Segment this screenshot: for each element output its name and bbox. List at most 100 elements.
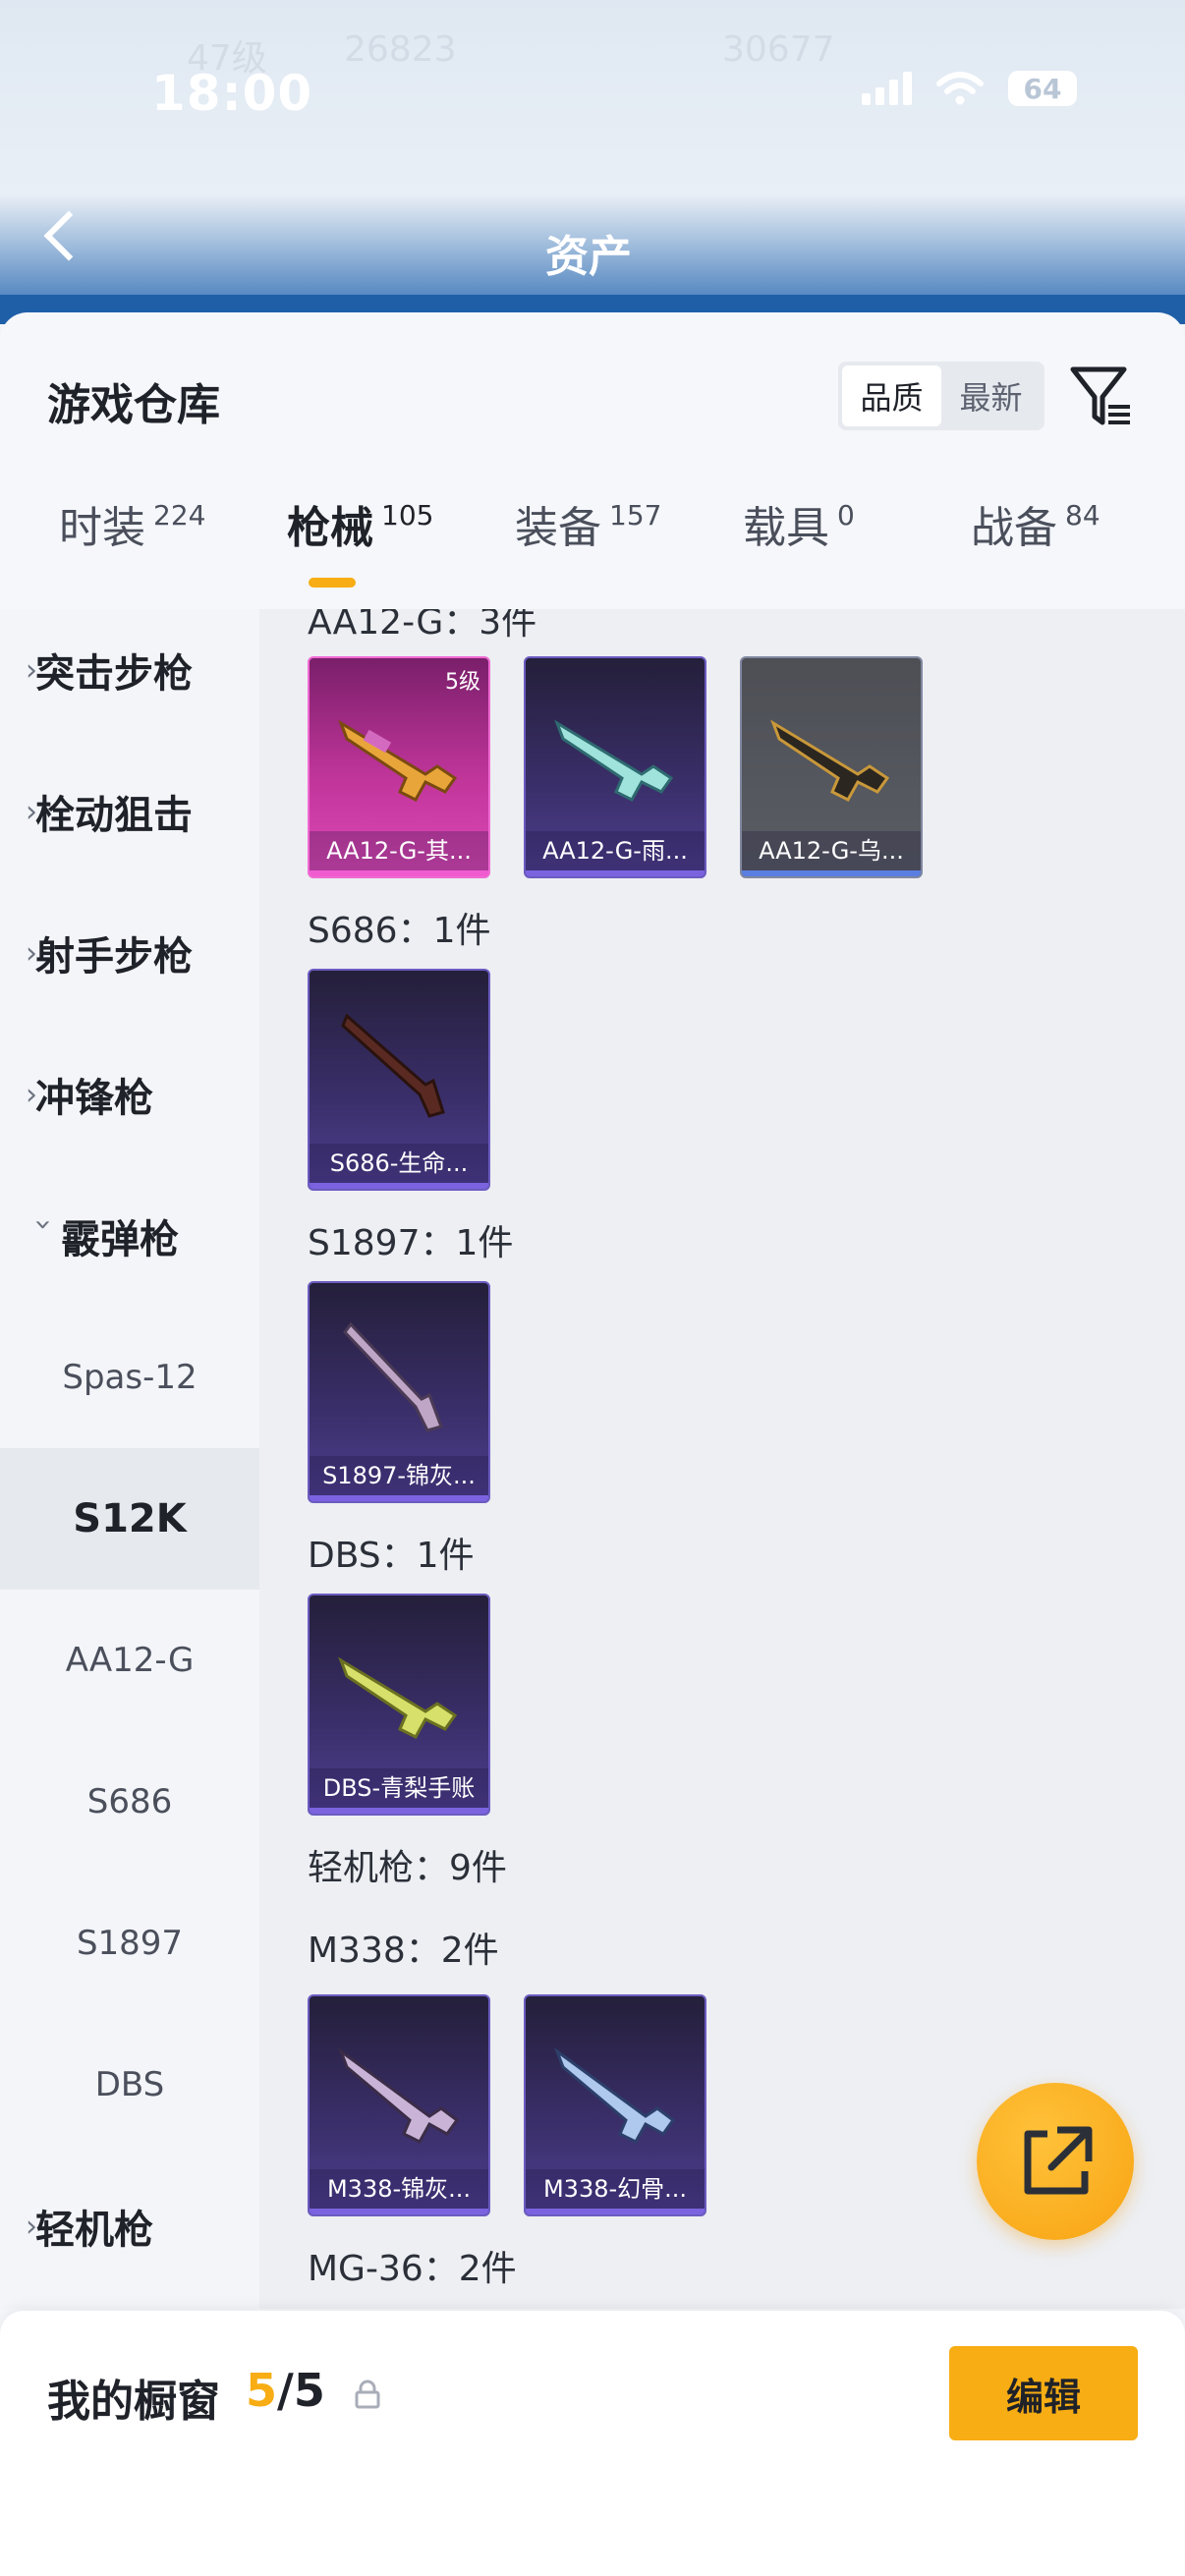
sort-option-quality[interactable]: 品质 (842, 365, 941, 426)
sidebar-item-label: 冲锋枪 (35, 1076, 153, 1121)
rarity-bar (310, 1183, 488, 1189)
chevron-right-icon: › (26, 652, 37, 688)
sidebar-subitem-spas12[interactable]: Spas-12 (0, 1307, 259, 1448)
sidebar-subitem-aa12g[interactable]: AA12-G (0, 1590, 259, 1731)
skin-name: S1897-锦灰... (310, 1456, 488, 1495)
showcase-current: 5 (246, 2364, 278, 2417)
skin-card[interactable]: S1897-锦灰... (308, 1281, 490, 1503)
weapon-category-sidebar: › 突击步枪 › 栓动狙击 › 射手步枪 › 冲锋枪 › 霰弹枪 Spas-12… (0, 609, 259, 2309)
skin-name: AA12-G-乌... (742, 831, 921, 870)
ghost-text: 26823 (344, 29, 457, 70)
sidebar-item-label: S1897 (76, 1924, 184, 1963)
skin-name: S686-生命... (310, 1144, 488, 1183)
sidebar-item-marksman-rifle[interactable]: › 射手步枪 (0, 882, 259, 1024)
sidebar-item-label: DBS (94, 2065, 165, 2104)
level-badge: 5级 (445, 670, 480, 695)
rarity-bar (742, 870, 921, 876)
gun-image (338, 1656, 458, 1739)
tab-count: 105 (381, 499, 434, 532)
sidebar-subitem-s12k[interactable]: S12K (0, 1448, 259, 1590)
section-header: S686：1件 (308, 911, 491, 951)
sidebar-item-smg[interactable]: › 冲锋枪 (0, 1024, 259, 1165)
sidebar-item-label: 射手步枪 (35, 934, 193, 980)
sidebar-item-lmg[interactable]: › 轻机枪 (0, 2156, 259, 2297)
status-time: 18:00 (151, 65, 313, 122)
tab-supplies[interactable]: 战备 84 (971, 499, 1100, 609)
active-tab-indicator (309, 578, 356, 588)
sidebar-item-label: 栓动狙击 (35, 793, 193, 838)
skin-name: AA12-G-其... (310, 831, 488, 870)
tab-fashion[interactable]: 时装 224 (59, 499, 205, 609)
tab-label: 时装 (59, 503, 145, 553)
showcase-label: 我的橱窗 (47, 2377, 220, 2427)
skin-name: AA12-G-雨... (526, 831, 705, 870)
share-button[interactable] (977, 2083, 1134, 2240)
sidebar-item-shotgun[interactable]: › 霰弹枪 (0, 1165, 259, 1307)
tab-label: 载具 (743, 503, 829, 553)
section-header: M338：2件 (308, 1931, 499, 1971)
tab-count: 0 (837, 499, 855, 532)
skin-name: DBS-青梨手账 (310, 1768, 488, 1808)
filter-icon[interactable] (1069, 362, 1134, 430)
sidebar-item-label: S686 (86, 1782, 173, 1821)
gun-image (770, 719, 890, 802)
gun-image (338, 719, 458, 802)
tab-count: 157 (609, 499, 662, 532)
tab-count: 224 (153, 499, 206, 532)
tab-label: 枪械 (287, 503, 373, 553)
showcase-bar: 我的橱窗 5/5 编辑 (0, 2311, 1185, 2576)
sidebar-item-assault-rifle[interactable]: › 突击步枪 (0, 599, 259, 741)
skin-card[interactable]: AA12-G-雨... (524, 656, 706, 878)
edit-button[interactable]: 编辑 (949, 2346, 1138, 2440)
tab-guns[interactable]: 枪械 105 (287, 499, 433, 609)
skin-card[interactable]: AA12-G-乌... (740, 656, 923, 878)
sidebar-subitem-dbs[interactable]: DBS (0, 2014, 259, 2156)
rarity-bar (310, 1808, 488, 1814)
tab-equipment[interactable]: 装备 157 (515, 499, 661, 609)
ghost-text: 30677 (722, 29, 835, 70)
signal-icon (862, 72, 912, 105)
weapon-grid: AA12-G：3件 5级 AA12-G-其... AA12-G-雨... AA1… (259, 609, 1185, 2309)
section-header: AA12-G：3件 (308, 609, 537, 643)
header-title: 资产 (545, 232, 632, 282)
section-header: DBS：1件 (308, 1536, 475, 1576)
section-header: 轻机枪：9件 (308, 1848, 507, 1888)
sidebar-subitem-s1897[interactable]: S1897 (0, 1873, 259, 2014)
chevron-down-icon: › (26, 1218, 61, 1230)
battery-icon: 64 (1008, 71, 1077, 106)
showcase-separator: / (277, 2364, 294, 2417)
sort-option-latest[interactable]: 最新 (941, 365, 1041, 426)
gun-image (553, 2046, 676, 2144)
sidebar-subitem-s686[interactable]: S686 (0, 1731, 259, 1873)
tab-label: 装备 (515, 503, 601, 553)
rarity-bar (526, 2209, 705, 2214)
skin-name: M338-锦灰... (310, 2169, 488, 2209)
rarity-bar (526, 870, 705, 876)
sidebar-item-bolt-sniper[interactable]: › 栓动狙击 (0, 741, 259, 882)
sidebar-item-label: 霰弹枪 (61, 1217, 179, 1262)
sidebar-item-label: S12K (73, 1496, 187, 1541)
skin-card[interactable]: M338-幻骨... (524, 1994, 706, 2216)
showcase-count: 5/5 (246, 2364, 325, 2417)
section-header: MG-36：2件 (308, 2249, 517, 2289)
wifi-icon (936, 72, 984, 105)
rarity-bar (310, 2209, 488, 2214)
chevron-right-icon: › (26, 2209, 37, 2244)
rarity-bar (310, 870, 488, 876)
skin-card[interactable]: M338-锦灰... (308, 1994, 490, 2216)
skin-card[interactable]: 5级 AA12-G-其... (308, 656, 490, 878)
chevron-right-icon: › (26, 794, 37, 829)
sort-toggle: 品质 最新 (838, 362, 1044, 430)
status-icons: 64 (862, 71, 1077, 106)
sidebar-item-label: 轻机枪 (35, 2208, 153, 2253)
rarity-bar (310, 1495, 488, 1501)
sidebar-item-label: Spas-12 (62, 1358, 198, 1397)
skin-card[interactable]: S686-生命... (308, 969, 490, 1191)
sidebar-item-label: 突击步枪 (35, 651, 193, 697)
skin-card[interactable]: DBS-青梨手账 (308, 1594, 490, 1816)
share-icon (1024, 2126, 1093, 2195)
gun-image (554, 719, 674, 802)
section-header: S1897：1件 (308, 1223, 514, 1263)
tab-vehicles[interactable]: 载具 0 (743, 499, 855, 609)
category-tabs: 时装 224 枪械 105 装备 157 载具 0 战备 84 (0, 499, 1185, 609)
